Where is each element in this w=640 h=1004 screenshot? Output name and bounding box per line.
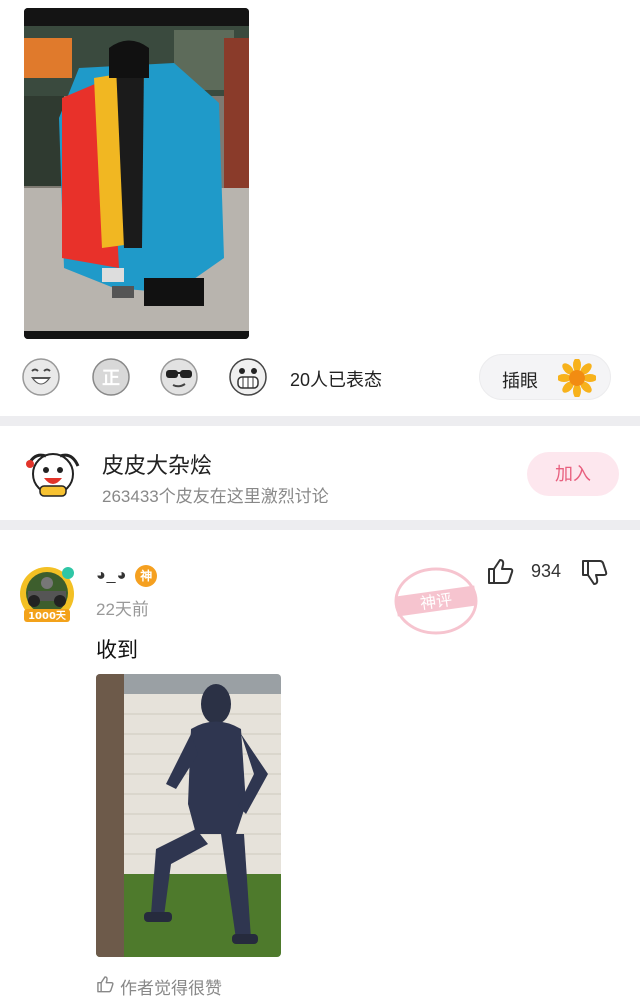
reaction-count: 20人已表态 xyxy=(290,370,383,390)
username-row: ◕_◕ 神 xyxy=(96,565,158,587)
comment-text: 收到 xyxy=(96,639,138,662)
section-divider xyxy=(0,520,640,530)
join-button[interactable]: 加入 xyxy=(527,452,619,496)
comment-time: 22天前 xyxy=(96,600,149,619)
insert-eye-button[interactable]: 插眼 xyxy=(479,354,611,400)
post-image[interactable] xyxy=(24,8,249,339)
sunglasses-emoji-icon[interactable] xyxy=(160,358,198,396)
avatar-badge-text: 1000天 xyxy=(28,610,67,622)
comment-image[interactable] xyxy=(96,674,281,957)
stamp-text: 神评 xyxy=(419,590,453,613)
sunflower-icon xyxy=(557,358,597,398)
god-review-stamp: 神评 xyxy=(388,563,484,639)
comment-card: 1000天 ◕_◕ 神 22天前 神评 934 收到 作者觉得很赞 xyxy=(0,531,640,1004)
username[interactable]: ◕_◕ xyxy=(96,567,127,585)
avatar[interactable]: 1000天 xyxy=(18,565,76,623)
grin-emoji-icon[interactable] xyxy=(229,358,267,396)
topic-avatar[interactable] xyxy=(22,446,84,502)
laugh-emoji-icon[interactable] xyxy=(22,358,60,396)
zheng-emoji-icon[interactable]: 正 xyxy=(92,358,130,396)
topic-member-count: 263433个皮友在这里激烈讨论 xyxy=(102,487,329,506)
section-divider xyxy=(0,416,640,426)
god-badge: 神 xyxy=(135,565,158,587)
topic-title[interactable]: 皮皮大杂烩 xyxy=(102,448,212,480)
svg-text:正: 正 xyxy=(102,368,120,389)
thumbs-up-small-icon xyxy=(96,975,114,998)
insert-eye-label: 插眼 xyxy=(502,371,538,391)
thumbs-down-icon[interactable] xyxy=(580,559,608,587)
author-liked-row: 作者觉得很赞 xyxy=(96,974,222,999)
thumbs-up-icon[interactable] xyxy=(486,557,514,585)
reaction-bar: 正 20人已表态 插眼 xyxy=(0,350,640,406)
like-count: 934 xyxy=(531,561,562,581)
author-liked-text: 作者觉得很赞 xyxy=(120,979,222,998)
topic-row[interactable]: 皮皮大杂烩 263433个皮友在这里激烈讨论 加入 xyxy=(0,428,640,520)
